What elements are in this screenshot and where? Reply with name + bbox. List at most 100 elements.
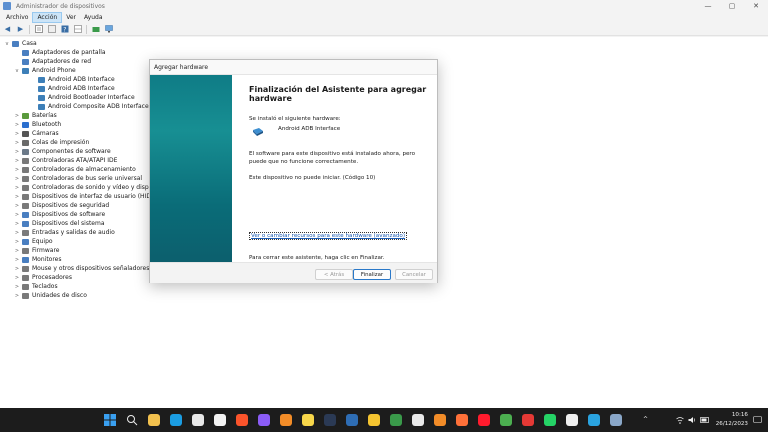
tree-root[interactable]: v Casa (4, 39, 37, 48)
volume-icon[interactable] (688, 416, 696, 424)
expand-chevron-icon[interactable]: > (14, 194, 20, 200)
expand-chevron-icon[interactable]: > (14, 275, 20, 281)
expand-chevron-icon[interactable]: > (14, 203, 20, 209)
expand-chevron-icon[interactable]: > (14, 239, 20, 245)
menu-ver[interactable]: Ver (62, 13, 80, 22)
expand-chevron-icon[interactable]: > (14, 257, 20, 263)
vivaldi-icon[interactable] (258, 414, 270, 426)
clock-time[interactable]: 10:16 (716, 412, 748, 418)
cancel-button[interactable]: Cancelar (395, 269, 433, 280)
expand-chevron-icon[interactable]: > (14, 122, 20, 128)
inkscape-icon[interactable] (346, 414, 358, 426)
menu-ayuda[interactable]: Ayuda (80, 13, 107, 22)
tree-child-item[interactable]: Android ADB Interface (30, 84, 115, 93)
properties-icon[interactable] (34, 25, 43, 34)
tree-child-item[interactable]: Android Composite ADB Interface (30, 102, 149, 111)
tree-category-item[interactable]: > Dispositivos del sistema (14, 219, 105, 228)
wifi-icon[interactable] (676, 416, 684, 424)
collapse-chevron-icon[interactable]: v (14, 68, 20, 74)
device-manager-icon[interactable] (610, 414, 622, 426)
expand-chevron-icon[interactable]: > (14, 140, 20, 146)
close-button[interactable]: ✕ (744, 0, 768, 12)
expand-chevron-icon[interactable]: > (14, 212, 20, 218)
monitor-scan-icon[interactable] (104, 25, 113, 34)
tree-category-item[interactable]: > Baterías (14, 111, 57, 120)
expand-chevron-icon[interactable]: > (14, 113, 20, 119)
menu-accion[interactable]: Acción (32, 12, 63, 23)
tree-category-item[interactable]: > Controladoras ATA/ATAPI IDE (14, 156, 118, 165)
tray-chevron-icon[interactable]: ^ (640, 416, 648, 423)
photoshop-icon[interactable] (324, 414, 336, 426)
obs-icon[interactable] (412, 414, 424, 426)
file-explorer-icon[interactable] (148, 414, 160, 426)
tree-category-item[interactable]: > Bluetooth (14, 120, 61, 129)
start-icon[interactable] (104, 414, 116, 426)
key-icon[interactable] (280, 414, 292, 426)
tree-category-item[interactable]: > Firmware (14, 246, 60, 255)
tree-category-item[interactable]: > Dispositivos de interfaz de usuario (HI… (14, 192, 153, 201)
tree-category-item[interactable]: > Controladoras de bus serie universal (14, 174, 142, 183)
opera-icon[interactable] (478, 414, 490, 426)
tree-category-item[interactable]: > Teclados (14, 282, 58, 291)
tree-category-item[interactable]: > Entradas y salidas de audio (14, 228, 115, 237)
tree-child-item[interactable]: Android Bootloader Interface (30, 93, 135, 102)
globe-app-icon[interactable] (390, 414, 402, 426)
tree-child-item[interactable]: Android ADB Interface (30, 75, 115, 84)
tree-category-item[interactable]: > Componentes de software (14, 147, 111, 156)
expand-chevron-icon[interactable]: > (14, 176, 20, 182)
expand-chevron-icon[interactable]: > (14, 149, 20, 155)
expand-chevron-icon[interactable]: > (14, 230, 20, 236)
list-icon[interactable] (47, 25, 56, 34)
minimize-button[interactable]: — (696, 0, 720, 12)
maximize-button[interactable]: ▢ (720, 0, 744, 12)
expand-chevron-icon[interactable]: > (14, 185, 20, 191)
notification-icon[interactable] (753, 416, 762, 424)
notepad-icon[interactable] (192, 414, 204, 426)
vlc-icon[interactable] (434, 414, 446, 426)
search-icon[interactable] (126, 414, 138, 426)
tree-category-item[interactable]: > Unidades de disco (14, 291, 87, 300)
update-driver-icon[interactable] (91, 25, 100, 34)
expand-chevron-icon[interactable]: > (14, 266, 20, 272)
advanced-resources-link[interactable]: Ver o cambiar recursos para este hardwar… (249, 232, 408, 240)
whatsapp-icon[interactable] (544, 414, 556, 426)
expand-chevron-icon[interactable]: > (14, 221, 20, 227)
chrome-icon[interactable] (500, 414, 512, 426)
expand-chevron-icon[interactable]: > (14, 293, 20, 299)
back-arrow-icon[interactable]: ◀ (3, 25, 12, 34)
expand-chevron-icon[interactable]: > (14, 131, 20, 137)
expand-chevron-icon[interactable]: > (14, 158, 20, 164)
tree-category-item[interactable]: > Cámaras (14, 129, 59, 138)
telegram-icon[interactable] (588, 414, 600, 426)
brave-icon[interactable] (236, 414, 248, 426)
triangle-app-icon[interactable] (368, 414, 380, 426)
edge-icon[interactable] (170, 414, 182, 426)
expand-chevron-icon[interactable]: > (14, 284, 20, 290)
expand-chevron-icon[interactable]: > (14, 248, 20, 254)
tree-category-item[interactable]: > Controladoras de almacenamiento (14, 165, 136, 174)
sticky-notes-icon[interactable] (302, 414, 314, 426)
tree-category-item[interactable]: > Mouse y otros dispositivos señaladores (14, 264, 149, 273)
app-l-icon[interactable] (214, 414, 226, 426)
help-icon[interactable]: ? (60, 25, 69, 34)
clock-date[interactable]: 26/12/2023 (708, 421, 748, 427)
back-button[interactable]: < Atrás (315, 269, 353, 280)
tree-category-item[interactable]: Adaptadores de red (14, 57, 91, 66)
forward-arrow-icon[interactable]: ▶ (16, 25, 25, 34)
tree-category-item[interactable]: > Equipo (14, 237, 53, 246)
tree-category-item[interactable]: > Colas de impresión (14, 138, 89, 147)
firefox-icon[interactable] (456, 414, 468, 426)
tree-category-item[interactable]: v Android Phone (14, 66, 76, 75)
finish-button[interactable]: Finalizar (353, 269, 391, 280)
menu-archivo[interactable]: Archivo (2, 13, 32, 22)
expand-chevron-icon[interactable]: > (14, 167, 20, 173)
tree-category-item[interactable]: > Dispositivos de seguridad (14, 201, 109, 210)
tree-category-item[interactable]: > Monitores (14, 255, 62, 264)
flag-app-icon[interactable] (522, 414, 534, 426)
capcut-icon[interactable] (566, 414, 578, 426)
collapse-chevron-icon[interactable]: v (4, 41, 10, 47)
tree-category-item[interactable]: > Dispositivos de software (14, 210, 105, 219)
tree-category-item[interactable]: > Procesadores (14, 273, 72, 282)
tree-category-item[interactable]: Adaptadores de pantalla (14, 48, 106, 57)
grid-icon[interactable] (73, 25, 82, 34)
